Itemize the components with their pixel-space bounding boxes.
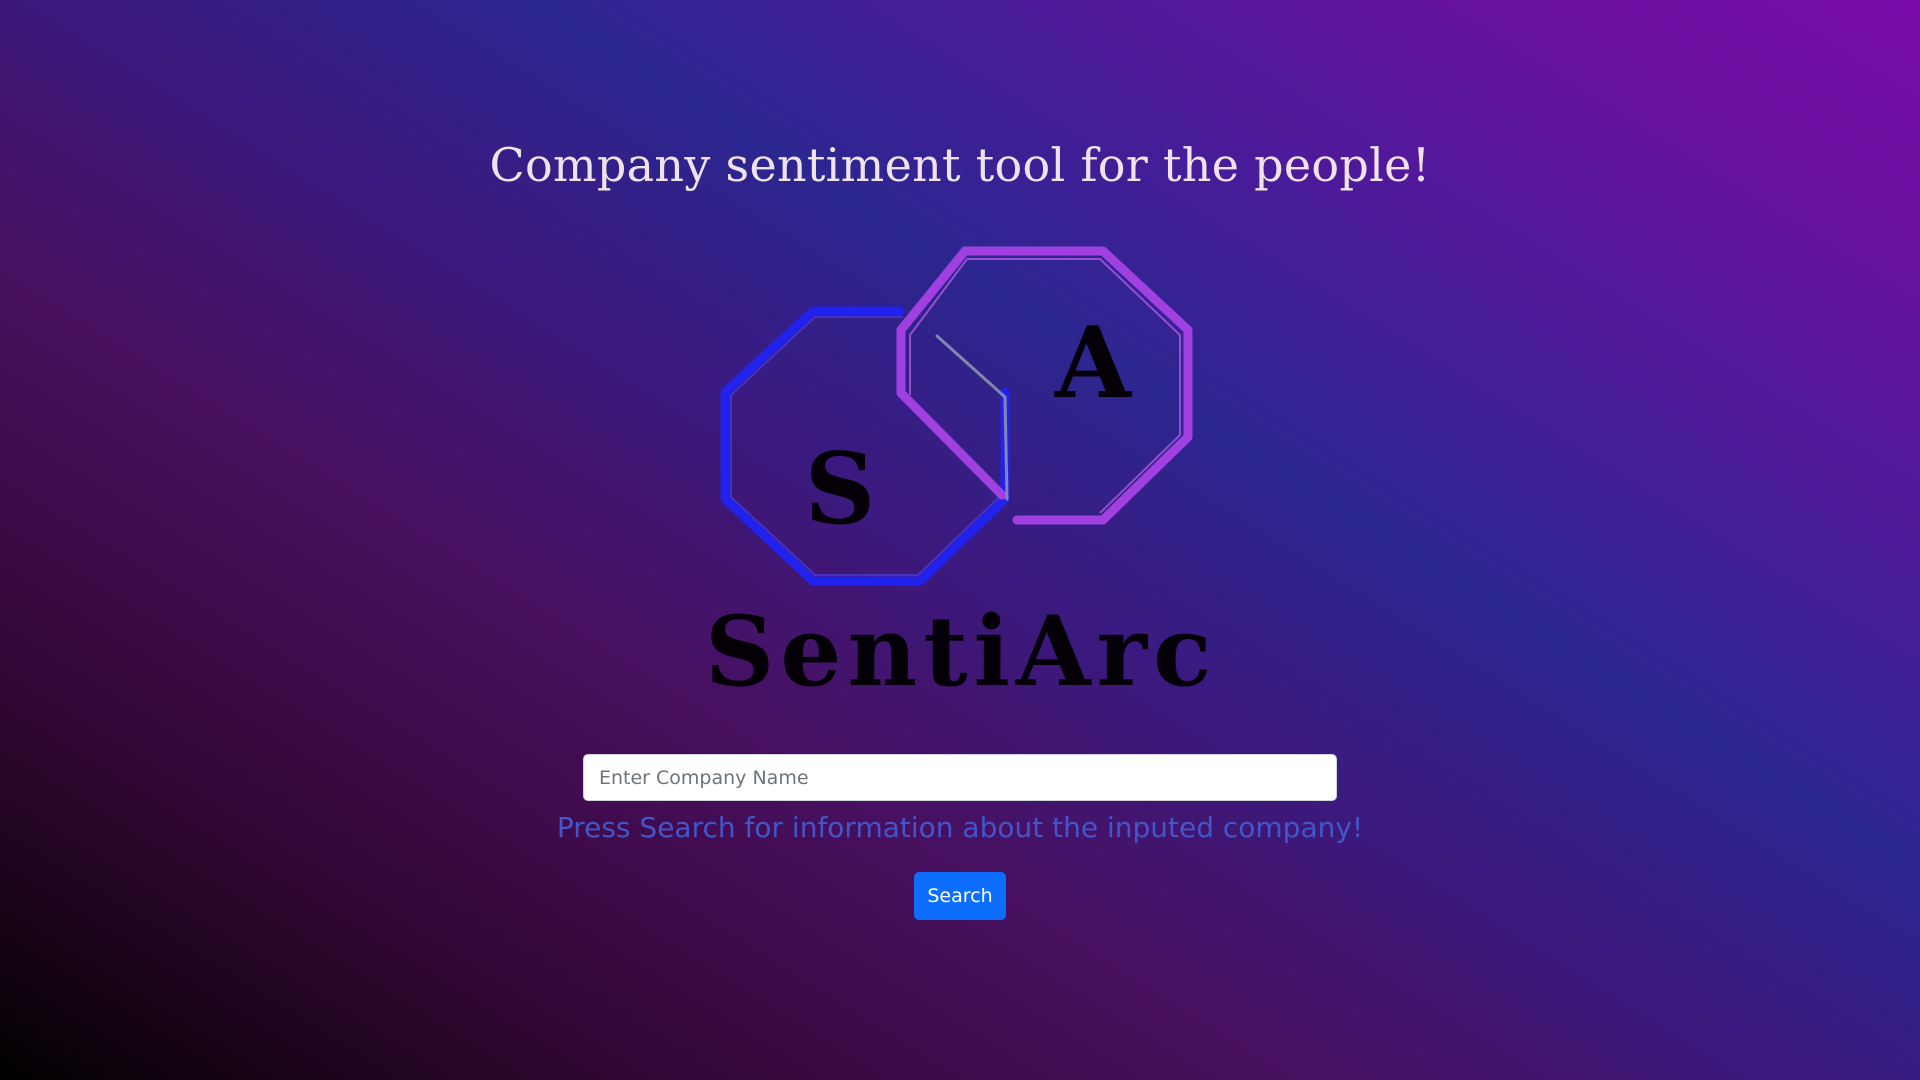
right-octagon-icon xyxy=(896,246,1193,525)
sentiarc-logo: S A SentiArc xyxy=(705,235,1215,715)
logo-wordmark: SentiArc xyxy=(705,595,1218,708)
search-button[interactable]: Search xyxy=(914,872,1006,920)
company-name-input[interactable] xyxy=(583,754,1337,801)
search-hint-text: Press Search for information about the i… xyxy=(556,811,1364,844)
page-headline: Company sentiment tool for the people! xyxy=(489,138,1431,192)
logo-letter-s: S xyxy=(805,432,876,547)
logo-letter-a: A xyxy=(1054,306,1133,421)
